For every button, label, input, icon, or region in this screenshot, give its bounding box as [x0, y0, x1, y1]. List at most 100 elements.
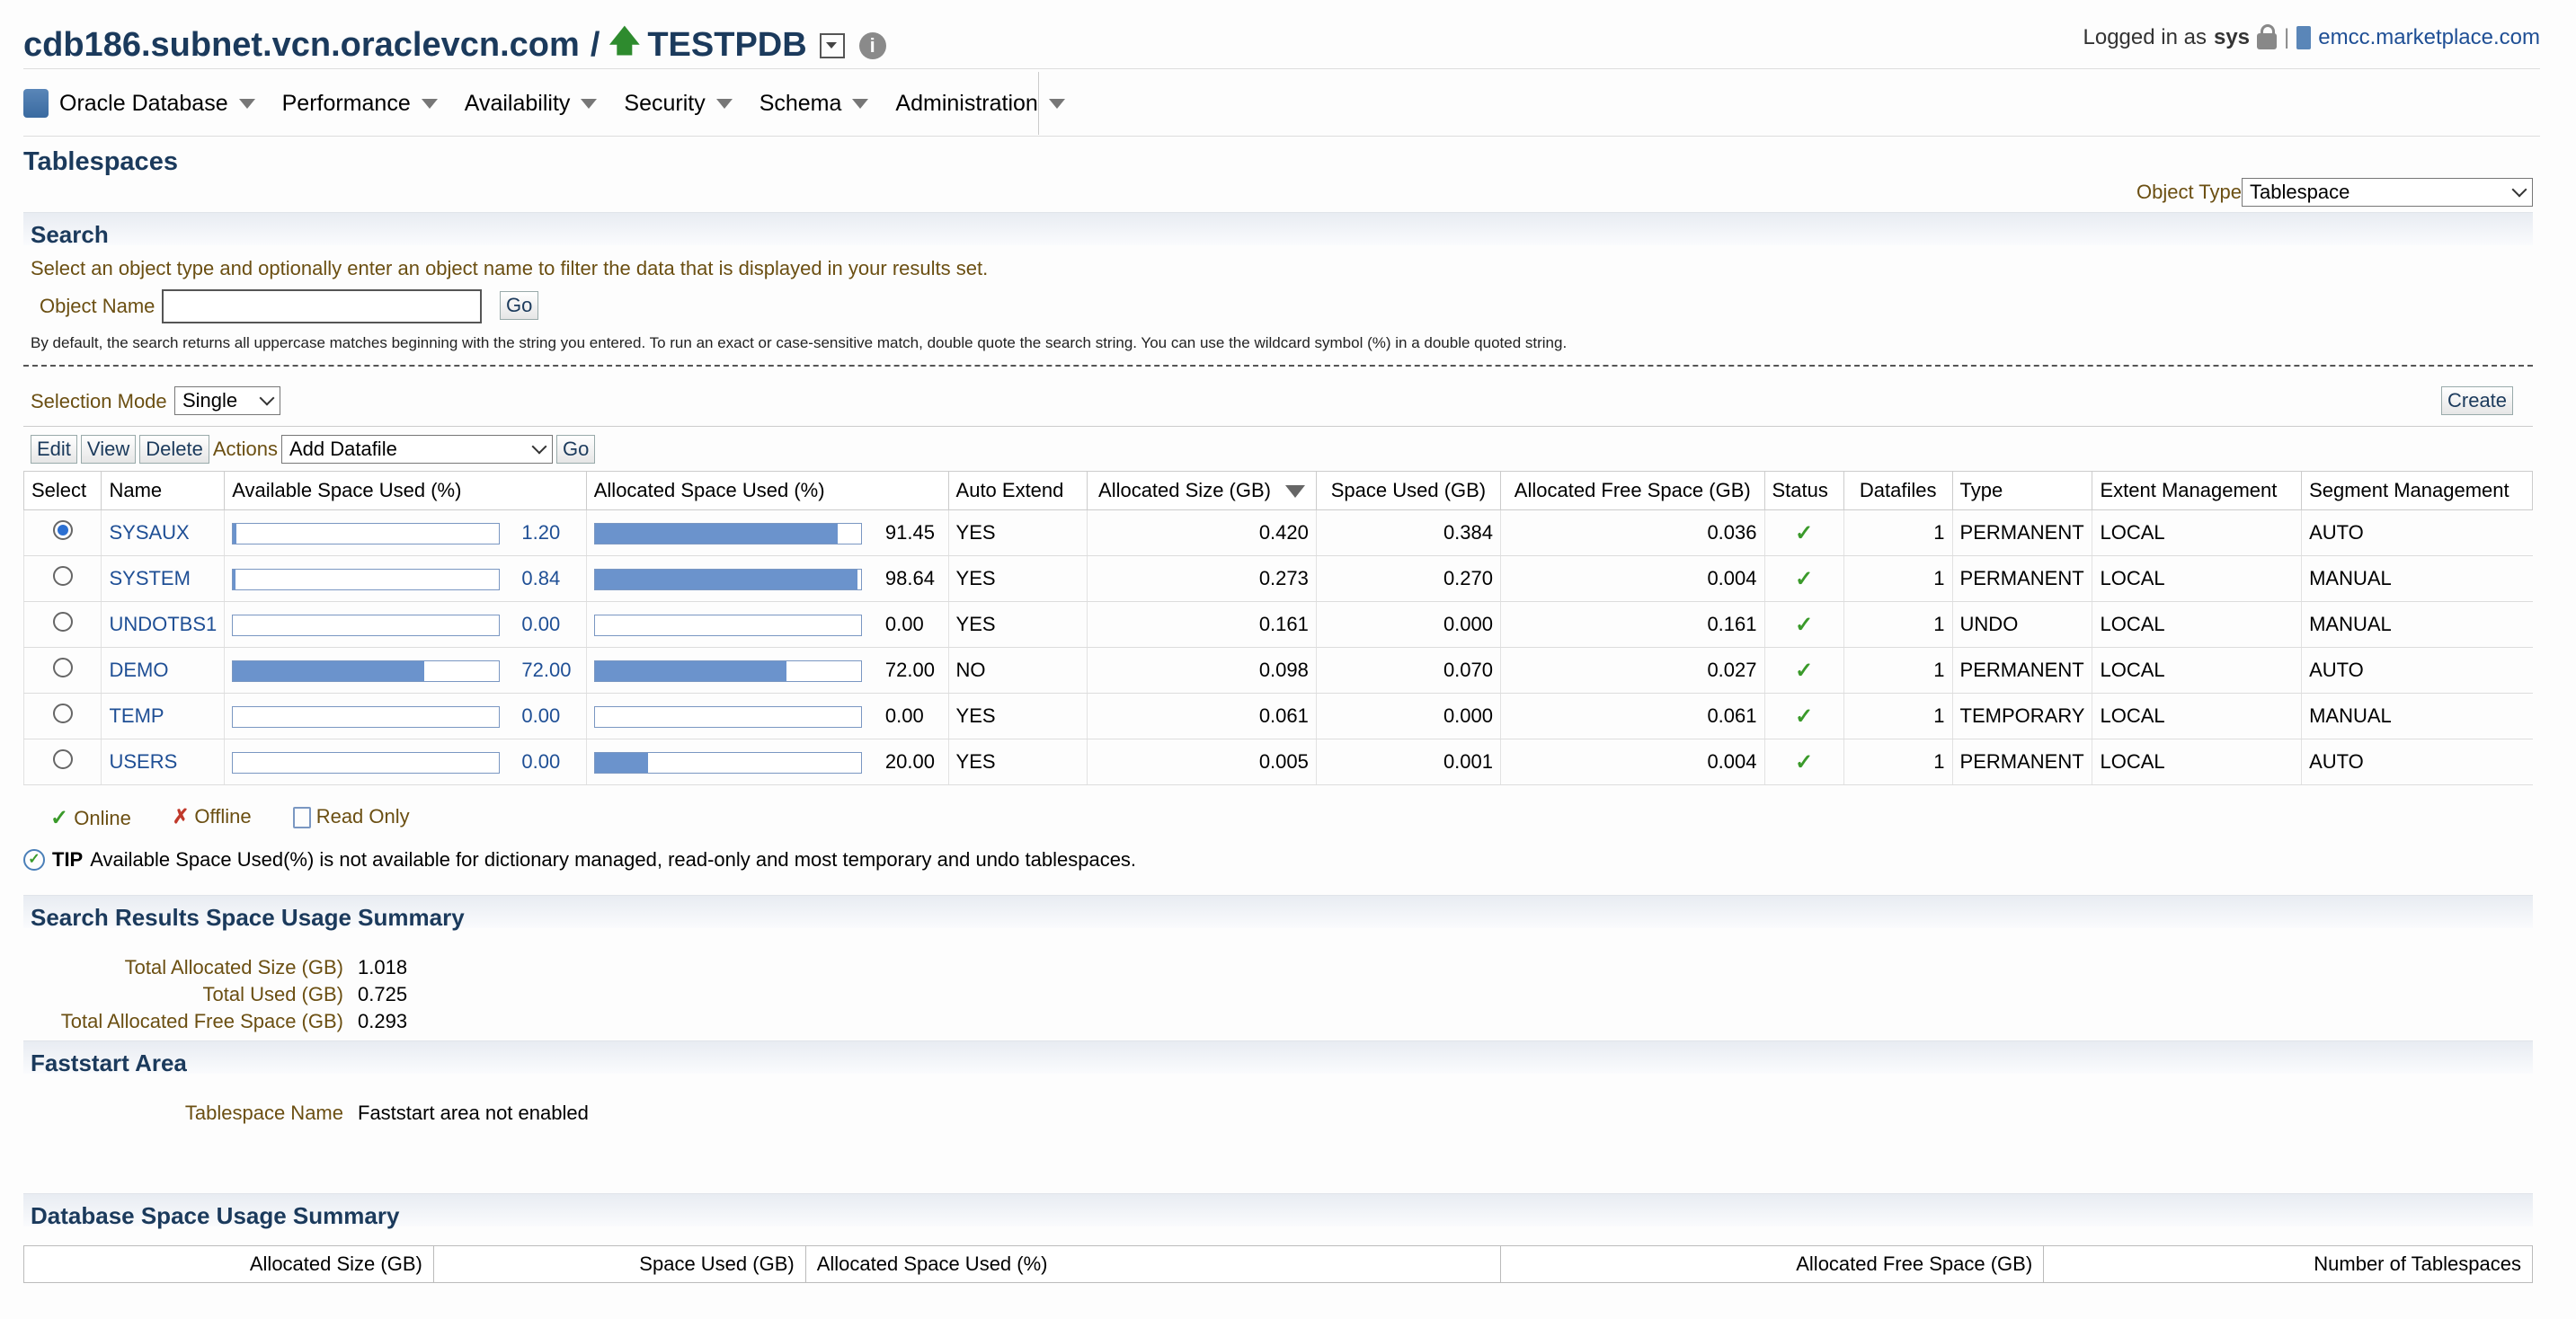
- segment-management-cell: MANUAL: [2301, 601, 2533, 648]
- col-name[interactable]: Name: [101, 471, 226, 510]
- online-check-icon: ✓: [1795, 566, 1814, 591]
- username: sys: [2213, 25, 2251, 49]
- allocated-space-bar: [593, 523, 862, 545]
- allocated-size-cell: 0.273: [1087, 555, 1317, 602]
- col-extent-management[interactable]: Extent Management: [2092, 471, 2303, 510]
- available-space-link[interactable]: 1.20: [521, 521, 560, 544]
- search-hint: By default, the search returns all upper…: [31, 334, 1568, 351]
- col-datafiles[interactable]: Datafiles: [1843, 471, 1953, 510]
- nav-security[interactable]: Security: [624, 91, 733, 117]
- tablespaces-table: Select Name Available Space Used (%) All…: [22, 471, 2533, 785]
- table-row: SYSTEM 0.84 98.64 YES 0.273 0.270 0.004 …: [22, 555, 2533, 602]
- free-space-cell: 0.004: [1500, 739, 1764, 785]
- col-available-space-used[interactable]: Available Space Used (%): [224, 471, 587, 510]
- nav-administration[interactable]: Administration: [895, 91, 1065, 117]
- create-button[interactable]: Create: [2441, 386, 2514, 415]
- tablespace-link[interactable]: TEMP: [109, 704, 164, 727]
- total-alloc-value: 1.018: [358, 956, 408, 978]
- allocated-space-cell: 0.00: [585, 693, 949, 739]
- available-space-link[interactable]: 0.84: [521, 567, 560, 589]
- legend-online: ✓ Online: [50, 806, 131, 830]
- available-space-link[interactable]: 0.00: [521, 750, 560, 773]
- object-name-input[interactable]: [162, 289, 482, 323]
- tablespace-link[interactable]: SYSAUX: [109, 521, 189, 544]
- col-segment-management[interactable]: Segment Management: [2301, 471, 2533, 510]
- db-summary-title: Database Space Usage Summary: [31, 1202, 400, 1229]
- selection-mode-select[interactable]: Single: [174, 386, 280, 415]
- available-space-link[interactable]: 0.00: [521, 613, 560, 635]
- allocated-size-cell: 0.005: [1087, 739, 1317, 785]
- available-space-cell: 0.00: [224, 601, 587, 648]
- free-space-cell: 0.027: [1500, 647, 1764, 694]
- col-status[interactable]: Status: [1763, 471, 1844, 510]
- available-space-bar: [232, 752, 501, 775]
- available-space-cell: 0.00: [224, 693, 587, 739]
- table-row: TEMP 0.00 0.00 YES 0.061 0.000 0.061 ✓ 1…: [22, 693, 2533, 739]
- actions-select[interactable]: Add Datafile: [280, 435, 553, 464]
- available-space-cell: 72.00: [224, 647, 587, 694]
- available-space-link[interactable]: 72.00: [521, 659, 571, 681]
- segment-management-cell: AUTO: [2301, 647, 2533, 694]
- allocated-space-bar: [593, 569, 862, 591]
- row-radio[interactable]: [52, 566, 73, 586]
- tip-message: ✓ TIP Available Space Used(%) is not ava…: [23, 848, 1136, 872]
- db-col-number-of-tablespaces: Number of Tablespaces: [2043, 1245, 2533, 1283]
- space-used-cell: 0.270: [1315, 555, 1501, 602]
- online-check-icon: ✓: [1795, 612, 1814, 637]
- nav-oracle-database[interactable]: Oracle Database: [59, 91, 255, 117]
- extent-management-cell: LOCAL: [2092, 739, 2302, 785]
- actions-go-button[interactable]: Go: [555, 435, 596, 464]
- col-type[interactable]: Type: [1951, 471, 2093, 510]
- row-radio[interactable]: [52, 520, 73, 540]
- allocated-space-fill: [594, 753, 648, 774]
- view-button[interactable]: View: [80, 435, 137, 464]
- available-space-cell: 1.20: [224, 509, 587, 556]
- col-allocated-space-used[interactable]: Allocated Space Used (%): [585, 471, 949, 510]
- tip-icon: ✓: [23, 849, 45, 871]
- nav-menu: Oracle Database Performance Availability…: [23, 70, 1092, 137]
- type-cell: PERMANENT: [1951, 509, 2092, 556]
- allocated-size-cell: 0.061: [1087, 693, 1317, 739]
- pipe-separator: |: [2284, 25, 2290, 49]
- online-check-icon: ✓: [1795, 749, 1814, 775]
- col-select: Select: [22, 471, 102, 510]
- delete-button[interactable]: Delete: [139, 435, 209, 464]
- row-radio[interactable]: [52, 749, 73, 769]
- nav-performance[interactable]: Performance: [282, 91, 438, 117]
- allocated-space-bar: [593, 752, 862, 775]
- tip-text: Available Space Used(%) is not available…: [90, 848, 1137, 871]
- allocated-space-fill: [594, 661, 786, 682]
- tablespace-link[interactable]: USERS: [109, 750, 177, 773]
- nav-availability[interactable]: Availability: [465, 91, 598, 117]
- edit-button[interactable]: Edit: [31, 435, 77, 464]
- auto-extend-cell: YES: [947, 739, 1088, 785]
- allocated-space-value: 72.00: [884, 658, 935, 681]
- tablespace-link[interactable]: SYSTEM: [109, 567, 190, 589]
- db-col-allocated-free-space: Allocated Free Space (GB): [1500, 1245, 2045, 1283]
- em-host-link[interactable]: emcc.marketplace.com: [2318, 25, 2540, 50]
- row-radio[interactable]: [52, 704, 73, 723]
- tablespace-name-cell: TEMP: [101, 693, 225, 739]
- tablespace-link[interactable]: UNDOTBS1: [109, 613, 217, 635]
- row-radio[interactable]: [52, 658, 73, 677]
- object-type-select[interactable]: Tablespace: [2242, 178, 2533, 207]
- col-space-used[interactable]: Space Used (GB): [1315, 471, 1502, 510]
- col-auto-extend[interactable]: Auto Extend: [947, 471, 1088, 510]
- available-space-fill: [233, 661, 425, 682]
- target-menu-icon[interactable]: [819, 32, 845, 58]
- toolbar-divider: [23, 426, 2533, 427]
- legend-offline: ✗ Offline: [172, 805, 252, 828]
- col-allocated-free-space[interactable]: Allocated Free Space (GB): [1500, 471, 1765, 510]
- host-link[interactable]: cdb186.subnet.vcn.oraclevcn.com: [23, 26, 580, 65]
- info-icon[interactable]: i: [858, 31, 886, 59]
- status-cell: ✓: [1763, 647, 1844, 694]
- available-space-link[interactable]: 0.00: [521, 704, 560, 727]
- object-type-control: Object Type Tablespace: [2136, 178, 2533, 207]
- type-cell: PERMANENT: [1951, 647, 2092, 694]
- tablespace-link[interactable]: DEMO: [109, 659, 168, 681]
- actions-label: Actions: [212, 438, 278, 460]
- nav-schema[interactable]: Schema: [759, 91, 869, 117]
- row-radio[interactable]: [52, 612, 73, 632]
- col-allocated-size[interactable]: Allocated Size (GB): [1087, 471, 1317, 510]
- search-go-button[interactable]: Go: [500, 291, 539, 320]
